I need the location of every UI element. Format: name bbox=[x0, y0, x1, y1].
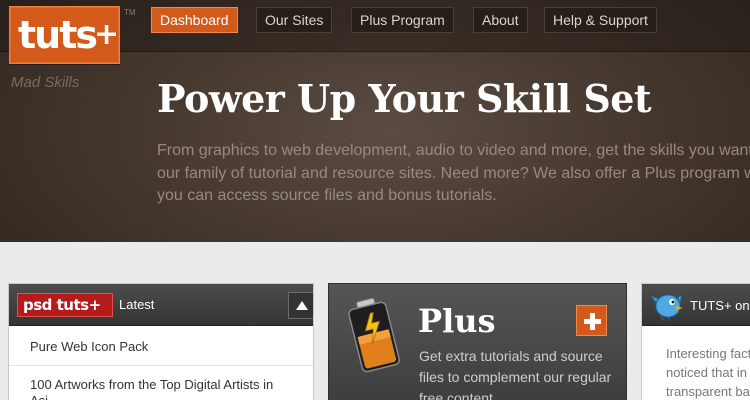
tagline: Mad Skills bbox=[11, 74, 80, 91]
nav-about[interactable]: About bbox=[473, 7, 528, 33]
plus-panel: Plus Get extra tutorials and source file… bbox=[328, 283, 627, 400]
plus-description-line: Get extra tutorials and source bbox=[419, 348, 603, 364]
latest-heading: Latest bbox=[119, 297, 155, 312]
plus-description: Get extra tutorials and source files to … bbox=[419, 346, 625, 400]
nav-plus-program[interactable]: Plus Program bbox=[351, 7, 454, 33]
nav-dashboard[interactable]: Dashboard bbox=[151, 7, 238, 33]
psd-tuts-badge[interactable]: psd tuts+ bbox=[17, 293, 113, 317]
tweet-text: Interesting fact noticed that in transpa… bbox=[666, 344, 750, 400]
twitter-heading: TUTS+ on bbox=[690, 298, 750, 313]
nav-help-support[interactable]: Help & Support bbox=[544, 7, 657, 33]
nav-our-sites[interactable]: Our Sites bbox=[256, 7, 333, 33]
plus-title: Plus bbox=[418, 302, 496, 340]
trademark: TM bbox=[124, 8, 136, 17]
collapse-up-button[interactable] bbox=[288, 292, 313, 319]
list-item-continued[interactable]: Asi... bbox=[9, 392, 313, 400]
plus-icon-horizontal bbox=[584, 319, 601, 324]
plus-description-line: free content. bbox=[419, 390, 497, 400]
twitter-panel-header: TUTS+ on bbox=[642, 284, 750, 326]
hero-description-line: our family of tutorial and resource site… bbox=[157, 164, 750, 182]
tweet-text-line: transparent ba bbox=[666, 384, 750, 399]
logo-text: tuts bbox=[18, 13, 98, 57]
hero-section: tuts + TM Mad Skills Dashboard Our Sites… bbox=[0, 0, 750, 242]
plus-description-line: files to complement our regular bbox=[419, 369, 612, 385]
twitter-bird-icon bbox=[650, 294, 683, 322]
tweet-text-line: Interesting fact bbox=[666, 346, 750, 361]
psd-tuts-panel: psd tuts+ Latest Pure Web Icon Pack 100 … bbox=[8, 283, 314, 400]
hero-description-line: you can access source files and bonus tu… bbox=[157, 187, 497, 204]
psd-panel-header: psd tuts+ Latest bbox=[9, 284, 313, 326]
hero-description-line: From graphics to web development, audio … bbox=[157, 142, 750, 159]
battery-icon bbox=[348, 297, 400, 373]
hero-title: Power Up Your Skill Set bbox=[157, 76, 652, 121]
logo-plus: + bbox=[94, 17, 120, 52]
hero-description: From graphics to web development, audio … bbox=[157, 140, 750, 208]
tweet-text-line: noticed that in bbox=[666, 365, 747, 380]
tuts-logo[interactable]: tuts + bbox=[9, 6, 120, 64]
arrow-up-icon bbox=[296, 301, 308, 310]
plus-add-button[interactable] bbox=[576, 305, 607, 336]
twitter-panel: TUTS+ on Interesting fact noticed that i… bbox=[641, 283, 750, 400]
list-item[interactable]: Pure Web Icon Pack bbox=[9, 326, 313, 366]
